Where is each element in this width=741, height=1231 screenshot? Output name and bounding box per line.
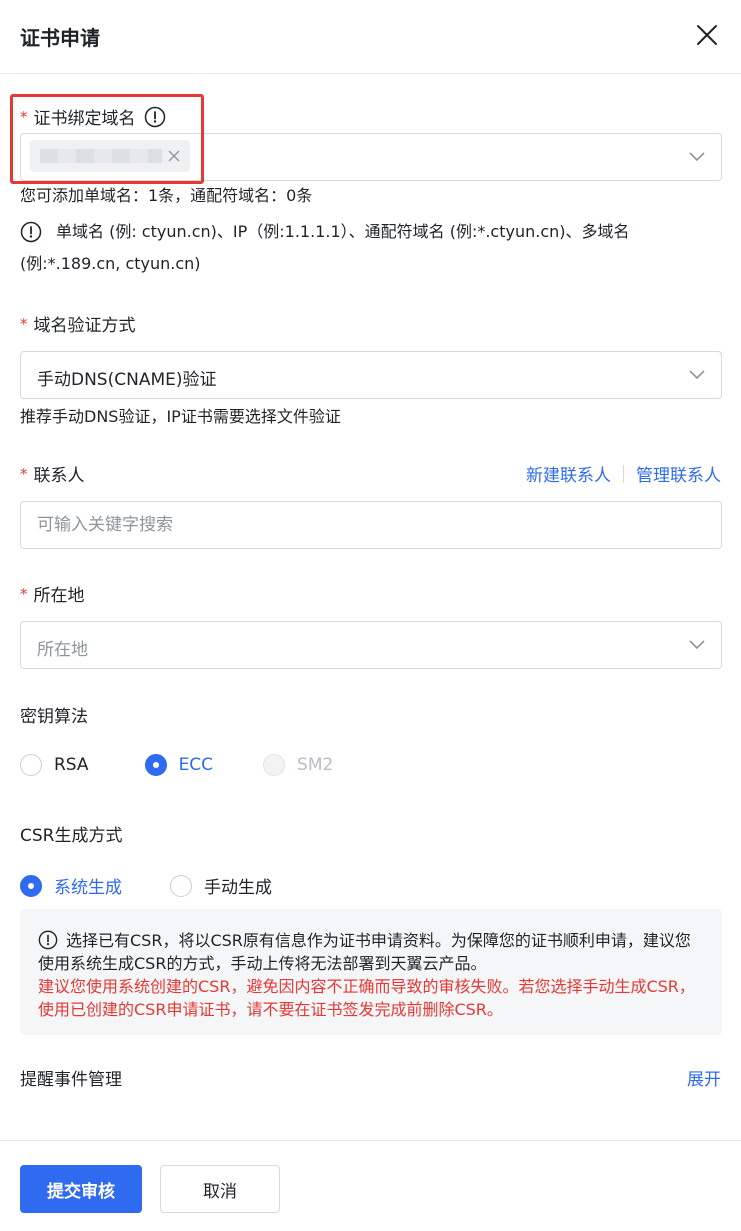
- algorithm-radio-group: RSA ECC SM2: [20, 754, 363, 776]
- required-mark: *: [20, 107, 28, 126]
- dialog-title: 证书申请: [20, 26, 100, 50]
- csr-notice-warning: 建议您使用系统创建的CSR，避免因内容不正确而导致的审核失败。若您选择手动生成C…: [38, 977, 695, 1019]
- radio-sm2: SM2: [263, 754, 333, 776]
- verify-hint: 推荐手动DNS验证，IP证书需要选择文件验证: [20, 407, 341, 426]
- domain-example-line2: (例:*.189.cn, ctyun.cn): [20, 254, 201, 273]
- domain-example-row: 单域名 (例: ctyun.cn)、IP（例:1.1.1.1）、通配符域名 (例…: [20, 221, 630, 243]
- radio-label: 系统生成: [54, 878, 122, 898]
- radio-label: ECC: [178, 755, 214, 775]
- verify-label: * 域名验证方式: [20, 311, 136, 337]
- reminder-label: 提醒事件管理: [20, 1070, 122, 1090]
- location-label-text: 所在地: [33, 586, 85, 606]
- manage-contact-link[interactable]: 管理联系人: [636, 461, 721, 486]
- verify-label-text: 域名验证方式: [33, 316, 136, 336]
- verify-value: 手动DNS(CNAME)验证: [37, 370, 217, 390]
- radio-label: 手动生成: [204, 878, 272, 898]
- csr-label: CSR生成方式: [20, 826, 123, 846]
- chevron-down-icon: [689, 370, 705, 380]
- blurred-domain: [40, 149, 162, 163]
- contact-search-input[interactable]: [20, 501, 722, 549]
- csr-notice-info: 选择已有CSR，将以CSR原有信息作为证书申请资料。为保障您的证书顺利申请，建议…: [38, 929, 704, 975]
- location-select[interactable]: 所在地: [20, 621, 722, 669]
- info-icon[interactable]: [144, 106, 166, 128]
- radio-label: SM2: [297, 755, 334, 775]
- chevron-down-icon: [689, 152, 705, 162]
- expand-link[interactable]: 展开: [687, 1065, 721, 1090]
- csr-radio-group: 系统生成 手动生成: [20, 873, 302, 898]
- warning-icon: [20, 221, 42, 243]
- required-mark: *: [20, 464, 28, 483]
- csr-notice-text: 选择已有CSR，将以CSR原有信息作为证书申请资料。为保障您的证书顺利申请，建议…: [38, 931, 691, 973]
- radio-rsa[interactable]: RSA: [20, 754, 89, 776]
- location-label: * 所在地: [20, 581, 85, 607]
- radio-system-generate[interactable]: 系统生成: [20, 873, 122, 898]
- domain-tag: [30, 140, 190, 172]
- close-icon[interactable]: [695, 23, 719, 47]
- radio-label: RSA: [54, 755, 89, 775]
- location-placeholder: 所在地: [37, 640, 88, 660]
- contact-label-text: 联系人: [33, 466, 85, 486]
- domain-example-line1: 单域名 (例: ctyun.cn)、IP（例:1.1.1.1）、通配符域名 (例…: [56, 221, 630, 241]
- dialog-header: 证书申请: [0, 0, 741, 74]
- remove-tag-icon[interactable]: [166, 148, 182, 164]
- submit-button[interactable]: 提交审核: [20, 1165, 142, 1213]
- radio-dot: [20, 874, 42, 897]
- domain-label: * 证书绑定域名: [20, 104, 166, 129]
- algorithm-label: 密钥算法: [20, 707, 88, 727]
- cancel-button[interactable]: 取消: [160, 1165, 280, 1213]
- required-mark: *: [20, 584, 28, 603]
- domain-quota: 您可添加单域名：1条，通配符域名：0条: [20, 186, 313, 205]
- required-mark: *: [20, 314, 28, 333]
- dialog-footer: 提交审核 取消: [0, 1140, 741, 1231]
- contact-links: 新建联系人 管理联系人: [526, 461, 721, 486]
- radio-ecc[interactable]: ECC: [144, 754, 214, 776]
- radio-dot: [144, 754, 167, 776]
- radio-dot: [170, 874, 192, 897]
- new-contact-link[interactable]: 新建联系人: [526, 461, 611, 486]
- radio-manual-generate[interactable]: 手动生成: [170, 873, 272, 898]
- domain-label-text: 证书绑定域名: [33, 109, 136, 129]
- radio-dot: [20, 754, 42, 776]
- contact-label: * 联系人: [20, 461, 85, 487]
- chevron-down-icon: [689, 640, 705, 650]
- divider: [623, 464, 624, 483]
- csr-notice: 选择已有CSR，将以CSR原有信息作为证书申请资料。为保障您的证书顺利申请，建议…: [20, 909, 722, 1035]
- warning-icon: [38, 930, 58, 950]
- radio-dot: [263, 754, 286, 776]
- verify-select[interactable]: 手动DNS(CNAME)验证: [20, 351, 722, 399]
